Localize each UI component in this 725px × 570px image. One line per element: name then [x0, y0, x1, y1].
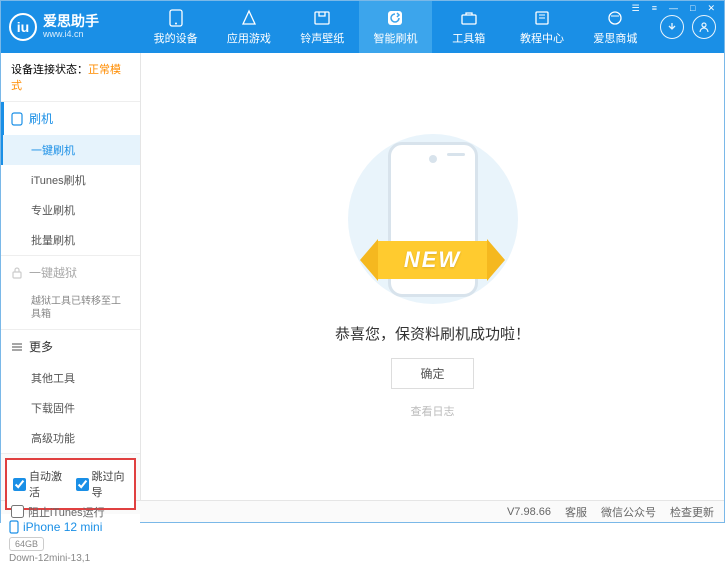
nav-toolbox[interactable]: 工具箱: [432, 1, 505, 53]
checkbox-block-itunes[interactable]: 阻止iTunes运行: [11, 504, 105, 520]
device-status: 设备连接状态：正常模式: [1, 53, 140, 102]
sidebar-item-advanced[interactable]: 高级功能: [1, 423, 140, 453]
success-message: 恭喜您，保资料刷机成功啦！: [335, 323, 530, 344]
phone-small-icon: [11, 112, 23, 126]
sidebar-flash-header[interactable]: 刷机: [1, 102, 140, 135]
device-name-text: iPhone 12 mini: [23, 520, 102, 534]
sidebar-more-header[interactable]: 更多: [1, 330, 140, 363]
update-link[interactable]: 检查更新: [670, 504, 714, 520]
sidebar-item-pro-flash[interactable]: 专业刷机: [1, 195, 140, 225]
view-log-link[interactable]: 查看日志: [411, 403, 455, 419]
logo-icon: iu: [9, 13, 37, 41]
ok-button[interactable]: 确定: [391, 358, 473, 389]
sidebar-item-other-tools[interactable]: 其他工具: [1, 363, 140, 393]
minimize-button[interactable]: —: [666, 1, 681, 16]
nav-my-device[interactable]: 我的设备: [139, 1, 212, 53]
nav: 我的设备 应用游戏 铃声壁纸 智能刷机 工具箱 教程中心 爱思商城: [139, 1, 652, 53]
book-icon: [533, 9, 551, 27]
list-icon[interactable]: ≡: [649, 1, 660, 16]
device-icon: [9, 520, 19, 534]
lock-icon: [11, 267, 23, 279]
sidebar: 设备连接状态：正常模式 刷机 一键刷机 iTunes刷机 专业刷机 批量刷机 一…: [1, 53, 141, 500]
logo[interactable]: iu 爱思助手 www.i4.cn: [9, 13, 139, 41]
version-label: V7.98.66: [507, 506, 551, 518]
sidebar-item-oneclick-flash[interactable]: 一键刷机: [1, 135, 140, 165]
header: iu 爱思助手 www.i4.cn 我的设备 应用游戏 铃声壁纸 智能刷机 工具…: [1, 1, 724, 53]
checkbox-auto-activate[interactable]: 自动激活: [13, 468, 66, 500]
menu-icon[interactable]: ☰: [629, 1, 643, 16]
close-button[interactable]: ✕: [704, 1, 718, 16]
toolbox-icon: [460, 9, 478, 27]
app-url: www.i4.cn: [43, 30, 99, 40]
sidebar-item-download-firmware[interactable]: 下载固件: [1, 393, 140, 423]
nav-ringtones[interactable]: 铃声壁纸: [286, 1, 359, 53]
sidebar-jailbreak-header: 一键越狱: [1, 256, 140, 289]
download-button[interactable]: [660, 15, 684, 39]
nav-smart-flash[interactable]: 智能刷机: [359, 1, 432, 53]
maximize-button[interactable]: □: [687, 1, 698, 16]
sidebar-item-batch-flash[interactable]: 批量刷机: [1, 225, 140, 255]
main-content: NEW 恭喜您，保资料刷机成功啦！ 确定 查看日志: [141, 53, 724, 500]
sidebar-item-itunes-flash[interactable]: iTunes刷机: [1, 165, 140, 195]
shop-icon: [606, 9, 624, 27]
flash-options: 自动激活 跳过向导: [5, 458, 136, 510]
device-panel[interactable]: iPhone 12 mini 64GB Down-12mini-13,1: [1, 514, 140, 570]
success-illustration: NEW: [318, 134, 548, 309]
media-icon: [313, 9, 331, 27]
user-button[interactable]: [692, 15, 716, 39]
nav-apps-games[interactable]: 应用游戏: [212, 1, 285, 53]
app-name: 爱思助手: [43, 14, 99, 29]
window-controls: ☰ ≡ — □ ✕: [629, 1, 718, 16]
device-identifier: Down-12mini-13,1: [9, 553, 132, 564]
device-storage: 64GB: [9, 537, 44, 551]
refresh-icon: [386, 9, 404, 27]
phone-icon: [167, 9, 185, 27]
new-ribbon: NEW: [318, 239, 548, 281]
list-icon: [11, 342, 23, 352]
nav-tutorials[interactable]: 教程中心: [505, 1, 578, 53]
service-link[interactable]: 客服: [565, 504, 587, 520]
wechat-link[interactable]: 微信公众号: [601, 504, 656, 520]
apps-icon: [240, 9, 258, 27]
checkbox-skip-guide[interactable]: 跳过向导: [76, 468, 129, 500]
jailbreak-note: 越狱工具已转移至工具箱: [1, 289, 140, 329]
